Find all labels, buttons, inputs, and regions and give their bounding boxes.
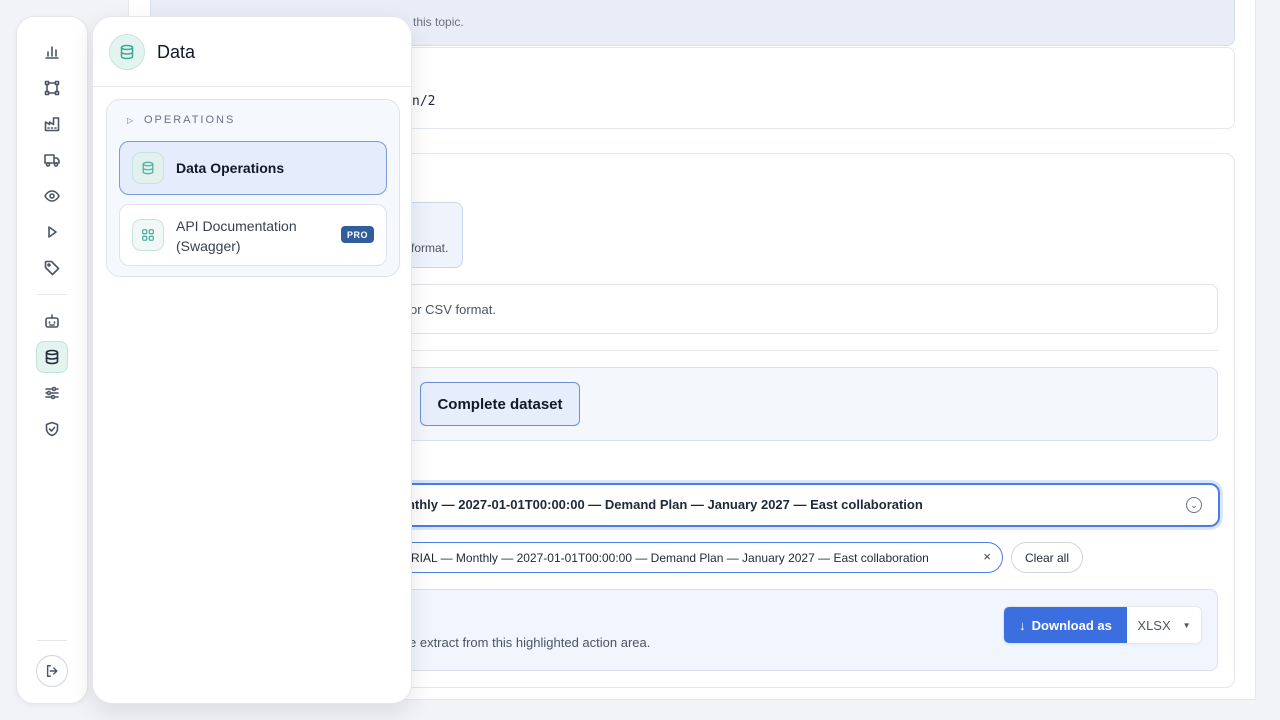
rail-divider <box>37 640 67 641</box>
selected-dataset-tag-label: RIAL — Monthly — 2027-01-01T00:00:00 — D… <box>411 551 929 565</box>
database-icon[interactable] <box>36 341 68 373</box>
eye-icon[interactable] <box>41 185 63 207</box>
panel-header: Data <box>93 17 411 87</box>
group-label[interactable]: OPERATIONS <box>144 114 235 126</box>
data-submenu-panel: Data ▷ OPERATIONS Data Operations API Do… <box>92 16 412 704</box>
remove-tag-icon[interactable]: × <box>983 549 991 564</box>
selected-dataset-tag: RIAL — Monthly — 2027-01-01T00:00:00 — D… <box>380 542 1003 573</box>
database-icon <box>109 34 145 70</box>
sliders-icon[interactable] <box>41 382 63 404</box>
clear-all-button[interactable]: Clear all <box>1011 542 1083 573</box>
robot-icon[interactable] <box>41 310 63 332</box>
shield-check-icon[interactable] <box>41 418 63 440</box>
download-arrow-icon: ↓ <box>1019 617 1026 633</box>
chevron-down-icon[interactable]: ⌄ <box>1186 497 1202 513</box>
download-action-text: e extract from this highlighted action a… <box>409 635 651 650</box>
bar-chart-icon[interactable] <box>41 41 63 63</box>
divider <box>380 350 1218 351</box>
workflow-icon[interactable] <box>41 77 63 99</box>
menu-item-label: Data Operations <box>176 160 285 176</box>
panel-title: Data <box>157 42 196 62</box>
tag-icon[interactable] <box>41 257 63 279</box>
download-button-label: Download as <box>1031 617 1112 633</box>
icon-rail <box>16 16 88 704</box>
format-option-hint: format. <box>411 241 449 255</box>
download-format-select[interactable]: XLSX ▼ <box>1127 607 1201 643</box>
export-description-text: or CSV format. <box>410 302 496 317</box>
pro-badge: PRO <box>340 226 374 243</box>
download-button[interactable]: ↓ Download as <box>1004 607 1127 643</box>
logout-icon[interactable] <box>36 655 68 687</box>
export-description: or CSV format. <box>380 284 1218 334</box>
menu-item-data-operations[interactable]: Data Operations <box>119 141 387 195</box>
menu-item-api-documentation[interactable]: API Documentation (Swagger) PRO <box>119 204 387 266</box>
database-icon <box>132 152 164 184</box>
menu-item-label: API Documentation (Swagger) <box>176 218 297 254</box>
caret-down-icon: ▼ <box>1182 620 1191 630</box>
download-button-group: ↓ Download as XLSX ▼ <box>1003 606 1202 644</box>
dataset-select-value: onthly — 2027-01-01T00:00:00 — Demand Pl… <box>399 497 923 512</box>
factory-icon[interactable] <box>41 113 63 135</box>
complete-dataset-button[interactable]: Complete dataset <box>420 382 580 426</box>
download-format-value: XLSX <box>1137 617 1171 633</box>
endpoint-value: n/2 <box>412 94 436 109</box>
grid-icon <box>132 219 164 251</box>
expand-triangle-icon[interactable]: ▷ <box>127 116 133 125</box>
operations-group: ▷ OPERATIONS Data Operations API Documen… <box>106 99 400 277</box>
rail-divider <box>37 294 67 295</box>
dataset-select[interactable]: onthly — 2027-01-01T00:00:00 — Demand Pl… <box>380 483 1220 527</box>
play-icon[interactable] <box>41 221 63 243</box>
truck-icon[interactable] <box>41 149 63 171</box>
